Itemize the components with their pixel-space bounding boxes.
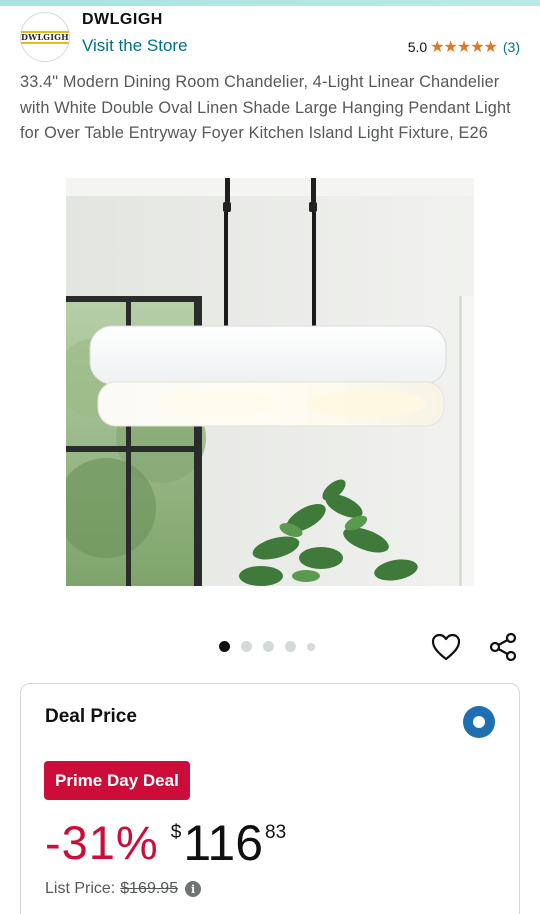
info-icon[interactable]: i	[185, 881, 202, 897]
price-row: -31% $ 116 83	[45, 812, 286, 874]
visit-store-link[interactable]: Visit the Store	[82, 36, 188, 56]
deal-price-label: Deal Price	[45, 706, 137, 727]
pager-dot[interactable]	[241, 641, 252, 652]
product-title: 33.4" Modern Dining Room Chandelier, 4-L…	[20, 73, 511, 142]
pager-dot-active[interactable]	[219, 641, 230, 652]
discount-percent: -31%	[45, 816, 159, 869]
rating-summary[interactable]: 5.0 ★★★★★ (3)	[408, 37, 520, 57]
rating-count[interactable]: (3)	[503, 39, 520, 55]
pager-dot[interactable]	[307, 642, 315, 651]
deal-price-card[interactable]: Deal Price Prime Day Deal -31% $ 116 83 …	[20, 683, 520, 914]
share-icon	[489, 632, 517, 662]
brand-logo[interactable]: DWLGIGH	[20, 12, 70, 62]
brand-name: DWLGIGH	[82, 11, 163, 28]
price-whole: 116	[183, 815, 264, 871]
share-button[interactable]	[485, 629, 521, 665]
product-image[interactable]	[66, 178, 474, 586]
favorite-button[interactable]	[428, 629, 464, 665]
deal-price-radio[interactable]	[463, 706, 495, 738]
price-fraction: 83	[265, 822, 287, 843]
pager-dot[interactable]	[285, 641, 296, 652]
radio-selected-indicator	[473, 716, 485, 728]
brand-logo-text: DWLGIGH	[21, 30, 69, 44]
star-rating-icon: ★★★★★	[430, 39, 498, 56]
brand-header: DWLGIGH DWLGIGH Visit the Store 5.0 ★★★★…	[0, 6, 540, 64]
image-pager[interactable]	[219, 641, 326, 652]
price-currency: $	[170, 822, 182, 843]
prime-day-deal-badge: Prime Day Deal	[44, 761, 190, 800]
heart-icon	[431, 633, 461, 661]
list-price-value: $169.95	[120, 880, 179, 897]
list-price: List Price: $169.95 i	[45, 880, 202, 898]
pager-dot[interactable]	[263, 641, 274, 652]
chandelier-photo	[66, 178, 474, 586]
list-price-label: List Price:	[45, 880, 116, 897]
rating-value: 5.0	[407, 39, 428, 55]
